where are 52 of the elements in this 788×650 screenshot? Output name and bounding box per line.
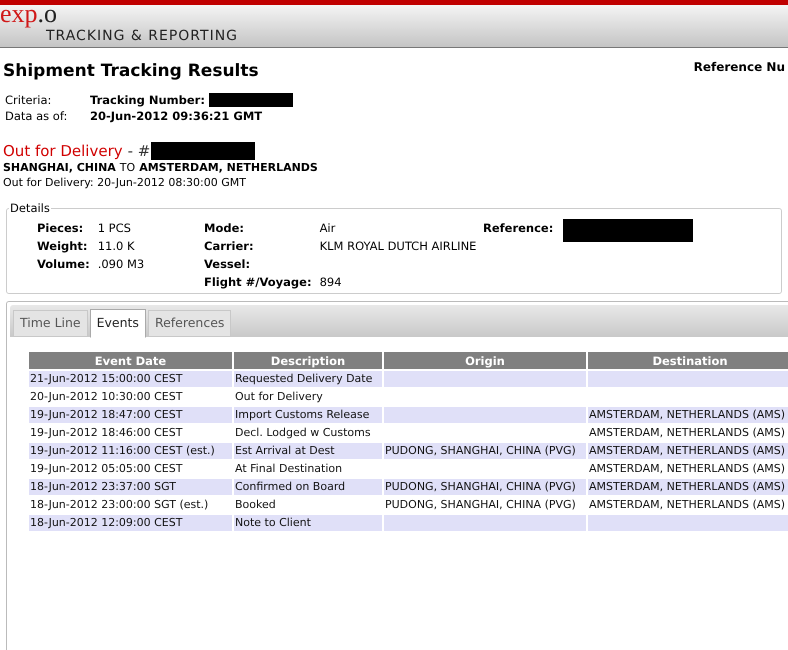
detail-value: 1 PCS	[98, 220, 132, 238]
detail-label: Vessel:	[204, 256, 252, 274]
page-title: Shipment Tracking Results	[3, 60, 259, 82]
status-title: Out for Delivery	[3, 142, 123, 160]
tab[interactable]: Events	[90, 309, 146, 338]
detail-value: 894	[320, 274, 343, 292]
detail-value: Air	[320, 220, 336, 238]
column-header: Destination	[588, 352, 788, 369]
table-cell: PUDONG, SHANGHAI, CHINA (PVG)	[384, 479, 586, 495]
tab[interactable]: References	[148, 310, 232, 337]
details-legend: Details	[9, 200, 51, 218]
app-subtitle: TRACKING & REPORTING	[46, 29, 238, 43]
criteria-value: Tracking Number:	[90, 92, 205, 108]
detail-label: Mode:	[204, 220, 245, 238]
detail-label: Weight:	[37, 238, 89, 256]
table-cell: 21-Jun-2012 15:00:00 CEST	[29, 371, 232, 387]
tracking-prefix: - #	[128, 142, 150, 160]
criteria-value: 20-Jun-2012 09:36:21 GMT	[90, 108, 262, 124]
table-cell: PUDONG, SHANGHAI, CHINA (PVG)	[384, 443, 586, 459]
detail-label: Flight #/Voyage:	[204, 274, 312, 292]
detail-label: Carrier:	[204, 238, 255, 256]
table-cell: Requested Delivery Date	[234, 371, 382, 387]
detail-label: Reference:	[483, 220, 554, 238]
column-header: Description	[234, 352, 382, 369]
table-cell: 19-Jun-2012 11:16:00 CEST (est.)	[29, 443, 232, 459]
table-cell: AMSTERDAM, NETHERLANDS (AMS)	[588, 479, 788, 495]
column-header: Event Date	[29, 352, 232, 369]
tab[interactable]: Time Line	[13, 310, 88, 337]
table-cell: 18-Jun-2012 12:09:00 CEST	[29, 515, 232, 531]
reference-label: Reference Nu	[694, 59, 785, 76]
table-cell: 19-Jun-2012 18:47:00 CEST	[29, 407, 232, 423]
column-header: Origin	[384, 352, 586, 369]
table-cell: 18-Jun-2012 23:37:00 SGT	[29, 479, 232, 495]
origin-city: SHANGHAI, CHINA	[3, 160, 116, 175]
table-cell: AMSTERDAM, NETHERLANDS (AMS)	[588, 407, 788, 423]
detail-value: 11.0 K	[98, 238, 136, 256]
table-cell: Note to Client	[234, 515, 382, 531]
detail-label: Volume:	[37, 256, 90, 274]
status-note: Out for Delivery: 20-Jun-2012 08:30:00 GMT	[2, 175, 247, 190]
table-cell: Confirmed on Board	[234, 479, 382, 495]
criteria-label: Data as of:	[5, 108, 68, 124]
table-cell: Import Customs Release	[234, 407, 382, 423]
table-cell: Est Arrival at Dest	[234, 443, 382, 459]
route-connector: TO	[120, 160, 136, 175]
detail-value: KLM ROYAL DUTCH AIRLINE	[320, 238, 478, 256]
logo-text: exp	[0, 1, 38, 27]
logo-text: .o	[38, 1, 58, 27]
table-cell: AMSTERDAM, NETHERLANDS (AMS)	[588, 443, 788, 459]
detail-label: Pieces:	[37, 220, 84, 238]
detail-value: .090 M3	[98, 256, 146, 274]
destination-city: AMSTERDAM, NETHERLANDS	[139, 160, 318, 175]
criteria-label: Criteria:	[5, 92, 52, 108]
